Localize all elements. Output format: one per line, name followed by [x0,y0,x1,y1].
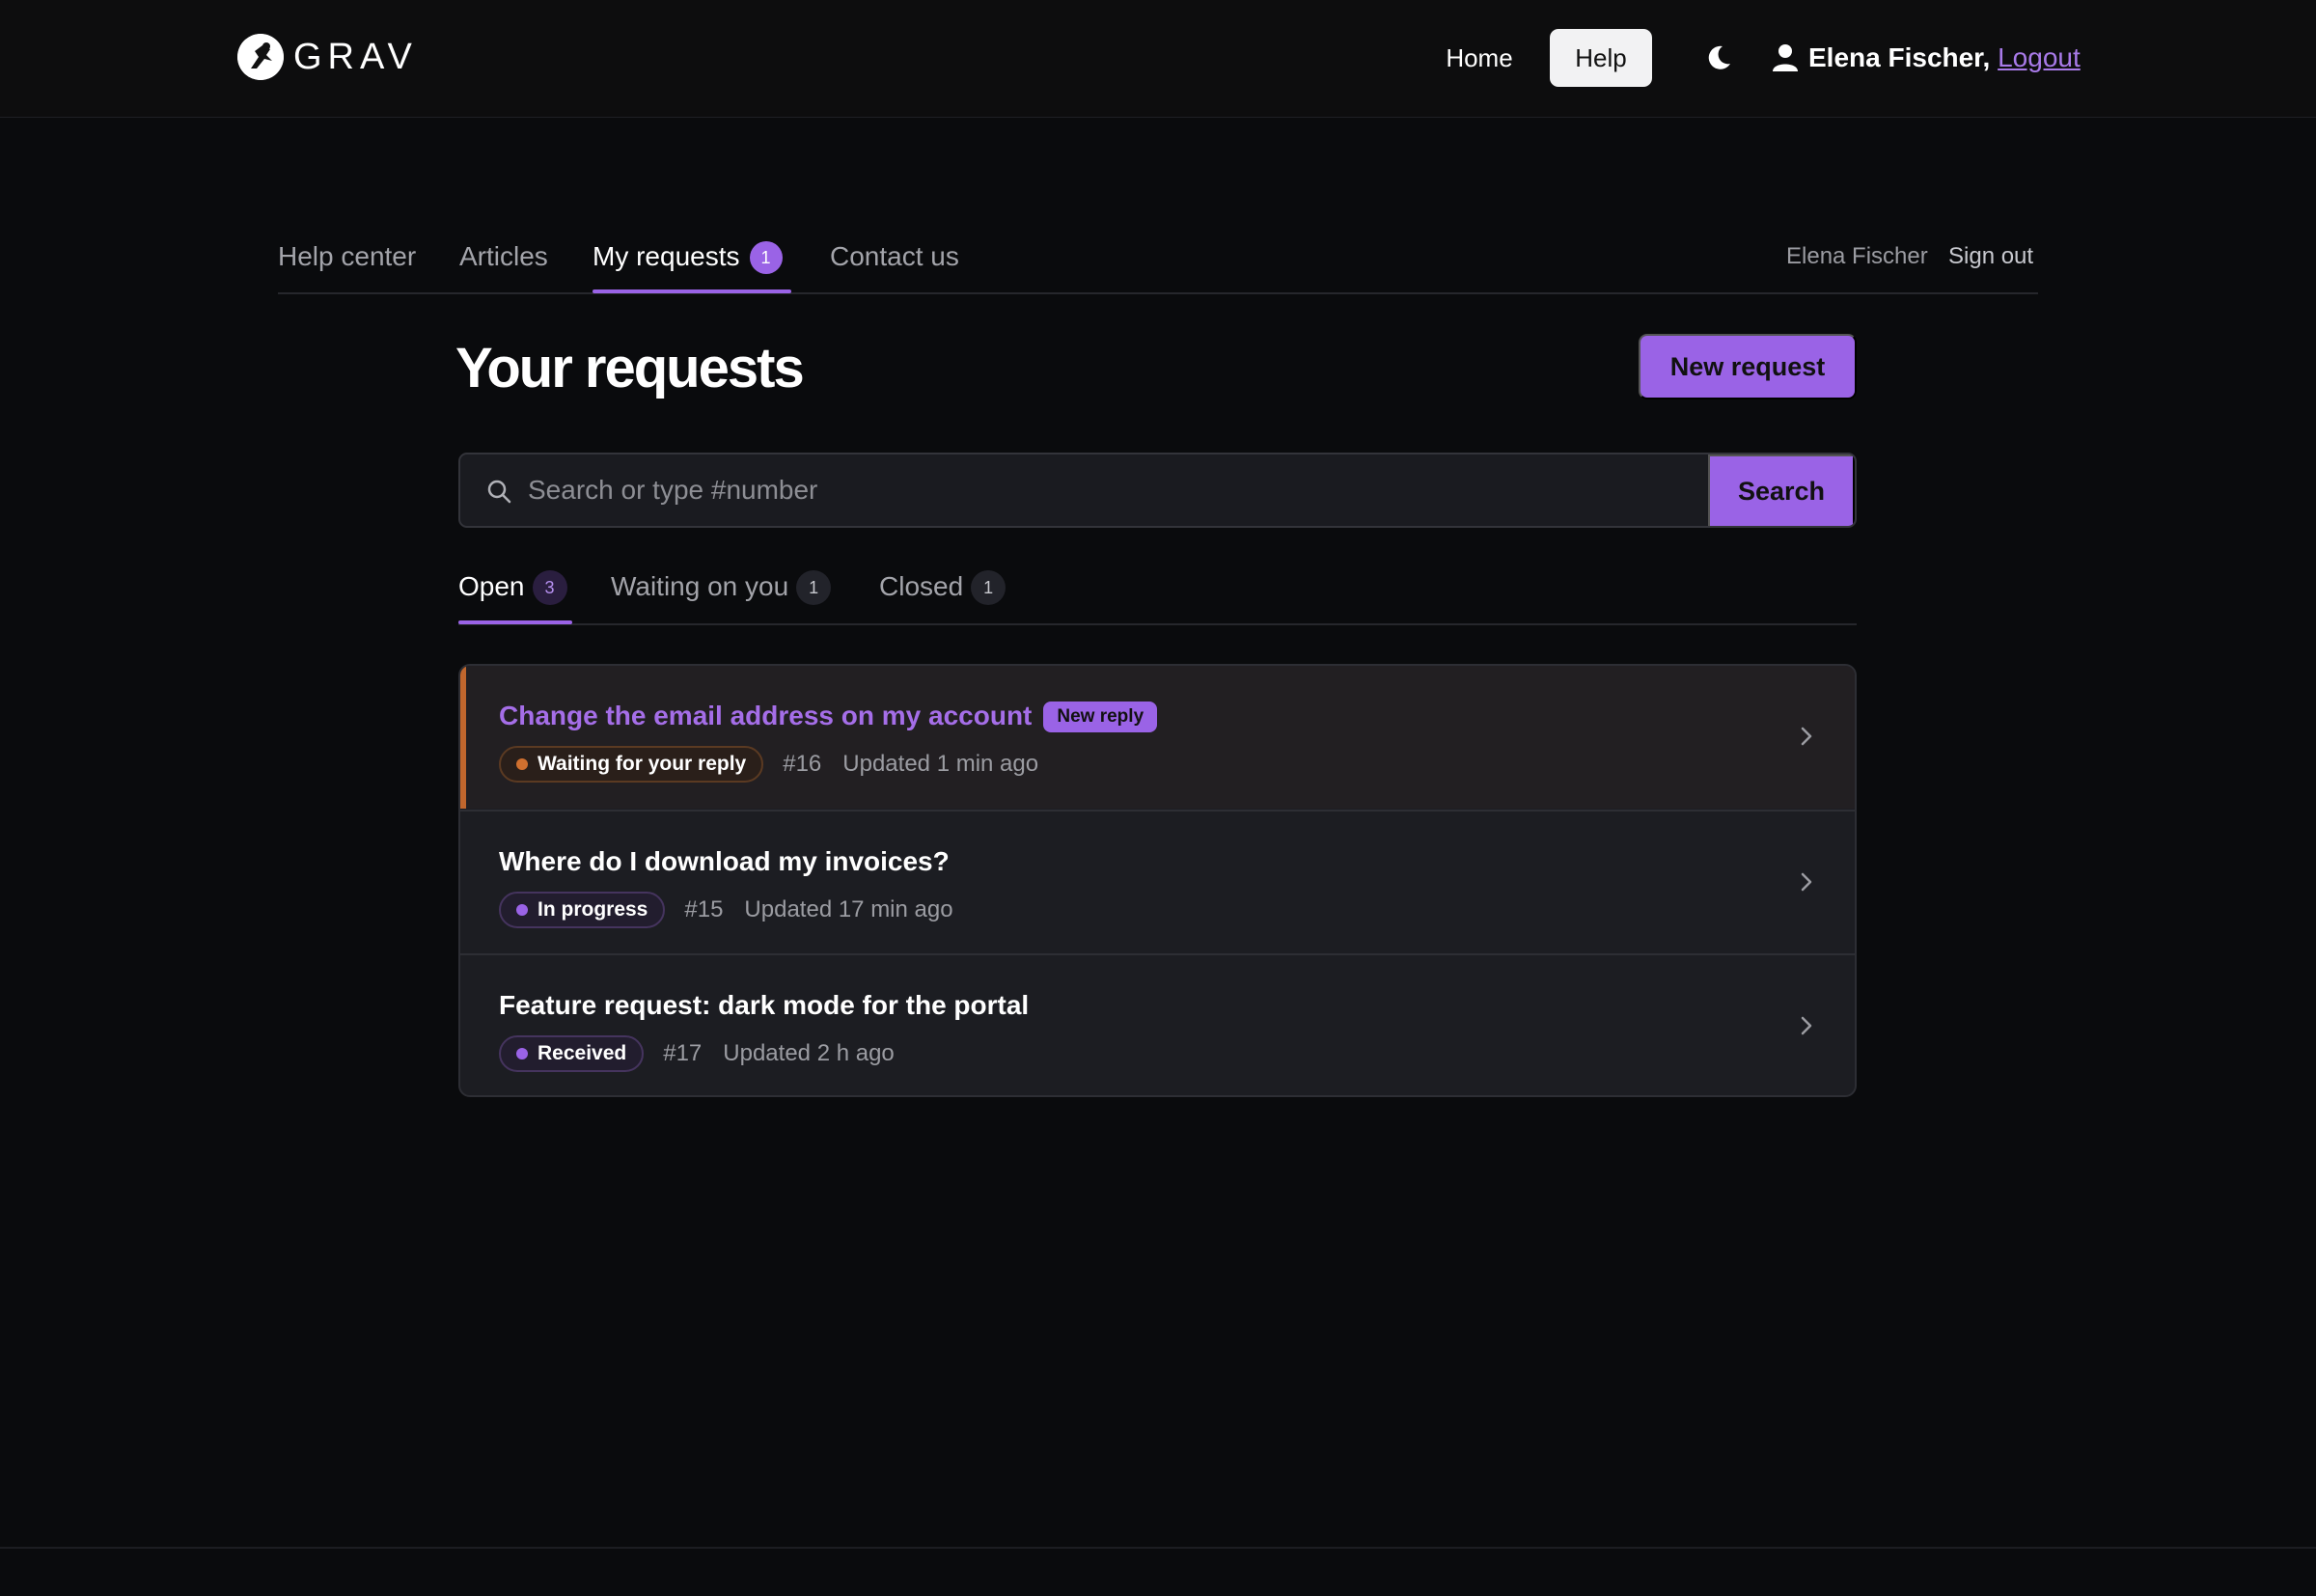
sign-out-link[interactable]: Sign out [1948,237,2033,276]
my-requests-badge: 1 [749,241,783,274]
logout-link[interactable]: Logout [1998,42,2081,72]
request-number: #16 [783,751,822,777]
tab-articles[interactable]: Articles [459,237,548,276]
header-user: Elena Fischer, Logout [1808,29,2081,87]
page-title: Your requests [455,337,805,399]
request-meta: In progress #15 Updated 17 min ago [499,891,953,929]
chevron-right-icon[interactable] [1792,722,1821,751]
tab-waiting-on-you[interactable]: Waiting on you 1 [611,567,832,606]
status-label: Received [538,1042,627,1064]
active-status-indicator [458,620,572,624]
tab-open-count: 3 [532,570,567,605]
request-row[interactable]: Feature request: dark mode for the porta… [460,953,1855,1095]
request-title-link[interactable]: Where do I download my invoices? [499,842,950,881]
request-list: Change the email address on my account Ne… [458,664,1857,1097]
chevron-right-icon[interactable] [1792,867,1821,896]
tab-my-requests-label: My requests [593,241,740,271]
request-updated: Updated 1 min ago [842,751,1039,777]
request-updated: Updated 17 min ago [744,896,953,922]
user-icon [1772,42,1799,73]
search-icon [485,478,512,505]
status-dot [516,1048,528,1059]
status-badge: In progress [499,892,666,928]
search-button[interactable]: Search [1708,454,1855,526]
footer-divider [0,1547,2316,1549]
active-tab-indicator [593,289,791,293]
tab-waiting-count: 1 [796,570,832,605]
moon-icon[interactable] [1703,42,1734,73]
tab-help-center[interactable]: Help center [278,237,416,276]
status-dot [516,904,528,916]
header-user-name: Elena Fischer, [1808,42,1991,72]
status-label: In progress [538,898,648,921]
tab-closed-label: Closed [879,571,964,601]
tab-open-label: Open [458,571,525,601]
request-updated: Updated 2 h ago [723,1040,895,1066]
header-nav: Home Help Elena Fischer, Logout [0,29,2316,87]
status-badge: Received [499,1035,645,1072]
tab-closed[interactable]: Closed 1 [879,567,1006,606]
request-meta: Waiting for your reply #16 Updated 1 min… [499,745,1038,784]
request-row[interactable]: Change the email address on my account Ne… [460,666,1855,809]
request-meta: Received #17 Updated 2 h ago [499,1034,895,1073]
search-input[interactable] [528,454,1667,526]
request-number: #17 [663,1040,703,1066]
tab-closed-count: 1 [971,570,1006,605]
attention-accent-bar [460,666,466,809]
tab-waiting-label: Waiting on you [611,571,789,601]
tab-contact-us[interactable]: Contact us [830,237,959,276]
site-header: GRAV Home Help Elena Fischer, Logout [0,0,2316,118]
request-number: #15 [684,896,724,922]
new-request-button[interactable]: New request [1639,334,1857,399]
tab-my-requests[interactable]: My requests 1 [593,237,783,276]
nav-home-link[interactable]: Home [1426,29,1532,87]
status-label: Waiting for your reply [538,753,747,775]
status-badge: Waiting for your reply [499,746,764,783]
help-center-nav: Help center Articles My requests 1 Contac… [278,224,2038,294]
search-bar: Search [458,453,1857,528]
new-reply-badge: New reply [1043,702,1158,732]
request-title-link[interactable]: Change the email address on my account Ne… [499,697,1158,735]
nav-help-button[interactable]: Help [1550,29,1652,87]
tab-open[interactable]: Open 3 [458,567,567,606]
request-title-link[interactable]: Feature request: dark mode for the porta… [499,986,1029,1025]
status-dot [516,758,528,770]
subnav-user-name: Elena Fischer [1786,243,1928,269]
request-title: Change the email address on my account [499,701,1033,730]
request-status-tabs: Open 3 Waiting on you 1 Closed 1 [458,560,1857,625]
request-row[interactable]: Where do I download my invoices? In prog… [460,810,1855,952]
chevron-right-icon[interactable] [1792,1011,1821,1040]
